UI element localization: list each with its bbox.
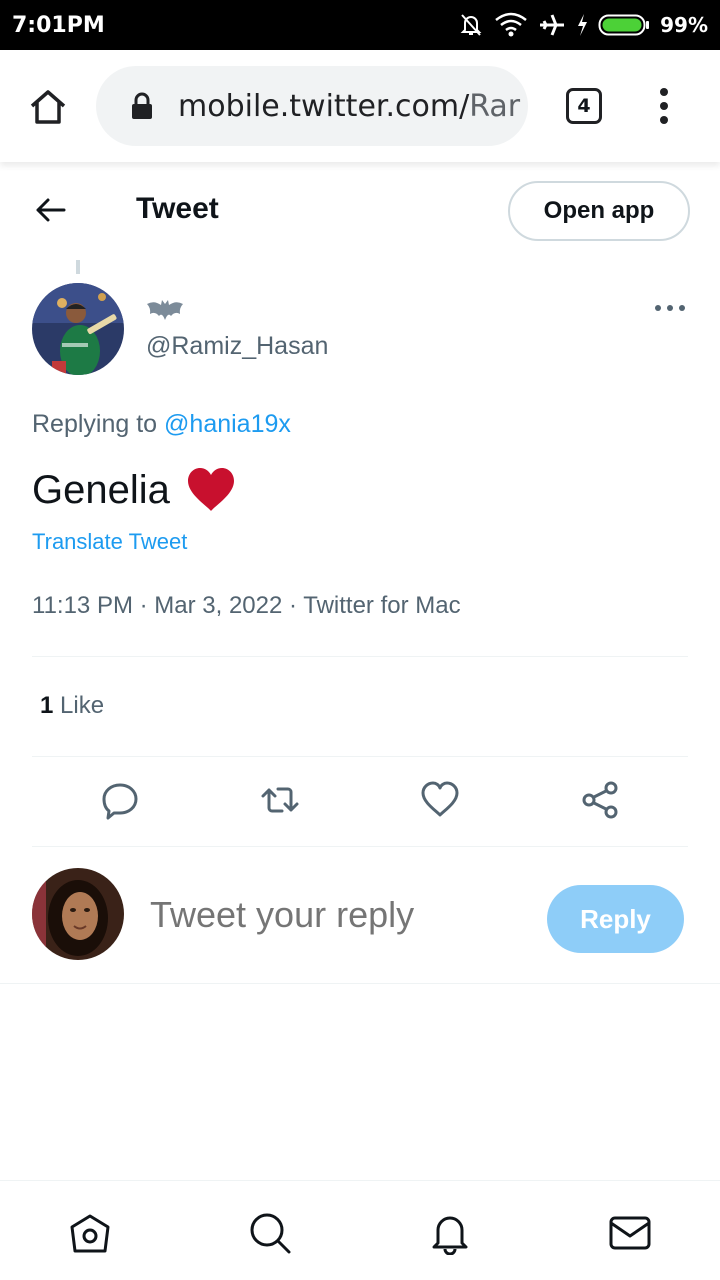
url-bar[interactable]: mobile.twitter.com/Rar <box>96 66 528 146</box>
page-title: Tweet <box>136 192 219 225</box>
divider <box>32 656 688 657</box>
translate-tweet-link[interactable]: Translate Tweet <box>32 529 187 555</box>
status-time: 7:01PM <box>12 12 105 38</box>
tweet-text-content: Genelia <box>32 467 170 512</box>
share-icon[interactable] <box>580 780 620 820</box>
more-options-icon[interactable] <box>652 298 688 318</box>
url-text: mobile.twitter.com/Rar <box>178 89 520 124</box>
browser-menu-icon[interactable] <box>652 86 676 126</box>
replying-to: Replying to @hania19x <box>32 410 291 439</box>
author-avatar-image <box>32 283 124 375</box>
home-icon[interactable] <box>26 86 70 130</box>
wifi-icon <box>495 12 527 37</box>
open-app-button[interactable]: Open app <box>508 181 690 241</box>
retweet-icon[interactable] <box>260 780 300 820</box>
current-user-avatar-image <box>32 868 124 960</box>
search-nav-icon[interactable] <box>248 1211 292 1255</box>
bottom-nav <box>0 1180 720 1280</box>
likes-count: 1 <box>40 692 54 719</box>
back-arrow-icon[interactable] <box>30 190 70 230</box>
browser-toolbar: mobile.twitter.com/Rar 4 <box>0 50 720 162</box>
red-heart-emoji-icon <box>187 468 234 511</box>
thread-line <box>76 260 80 274</box>
url-rest: Rar <box>469 88 521 124</box>
status-icons: 99% <box>458 12 708 38</box>
notifications-nav-icon[interactable] <box>428 1211 472 1255</box>
status-bar: 7:01PM 99% <box>0 0 720 50</box>
replying-prefix: Replying to <box>32 410 165 438</box>
reply-icon[interactable] <box>100 780 140 820</box>
divider <box>32 846 688 847</box>
tweet-meta: 11:13 PM · Mar 3, 2022 · Twitter for Mac <box>32 592 461 619</box>
likes-stat[interactable]: 1 Like <box>40 692 104 720</box>
battery-icon <box>598 14 650 36</box>
lock-icon <box>132 92 152 119</box>
current-user-avatar[interactable] <box>32 868 124 960</box>
bat-emoji-icon <box>147 300 183 320</box>
reply-button[interactable]: Reply <box>547 885 684 953</box>
battery-percent: 99% <box>660 13 708 37</box>
reply-input[interactable] <box>150 894 530 936</box>
author-handle[interactable]: @Ramiz_Hasan <box>146 332 328 361</box>
url-host: mobile.twitter.com/ <box>178 88 470 124</box>
like-icon[interactable] <box>420 780 460 820</box>
tweet-text: Genelia <box>32 467 236 513</box>
replying-mention-link[interactable]: @hania19x <box>164 410 291 438</box>
divider <box>0 983 720 984</box>
likes-label: Like <box>53 692 105 719</box>
home-nav-icon[interactable] <box>68 1211 112 1255</box>
charging-icon <box>578 14 588 36</box>
divider <box>32 756 688 757</box>
tab-switcher-button[interactable]: 4 <box>566 88 602 124</box>
author-avatar[interactable] <box>32 283 124 375</box>
airplane-icon <box>540 14 565 36</box>
messages-nav-icon[interactable] <box>608 1211 652 1255</box>
mute-bell-icon <box>460 14 482 36</box>
